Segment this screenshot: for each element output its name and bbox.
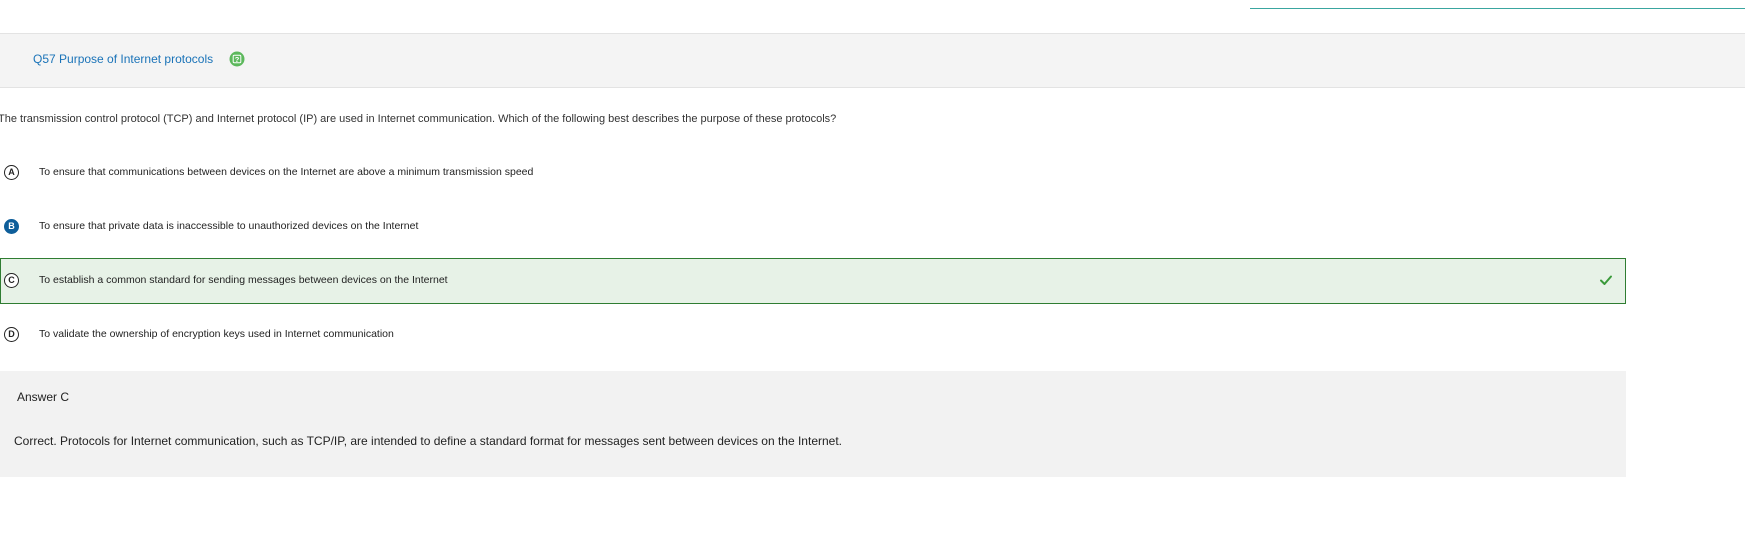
option-b-letter[interactable]: B — [4, 219, 19, 234]
checkmark-icon — [1599, 273, 1613, 287]
option-a[interactable]: A To ensure that communications between … — [0, 150, 1626, 196]
option-b[interactable]: B To ensure that private data is inacces… — [0, 204, 1626, 250]
top-divider — [1250, 8, 1745, 9]
question-title: Q57 Purpose of Internet protocols — [33, 52, 214, 66]
answer-explanation: Correct. Protocols for Internet communic… — [14, 434, 842, 448]
option-d-letter[interactable]: D — [4, 327, 19, 342]
option-c[interactable]: C To establish a common standard for sen… — [0, 258, 1626, 304]
answer-heading: Answer C — [17, 390, 70, 404]
option-d[interactable]: D To validate the ownership of encryptio… — [0, 312, 1626, 358]
option-c-text: To establish a common standard for sendi… — [39, 274, 448, 286]
option-b-text: To ensure that private data is inaccessi… — [39, 220, 419, 232]
svg-text:?: ? — [235, 55, 240, 64]
option-d-text: To validate the ownership of encryption … — [39, 328, 394, 340]
help-icon[interactable]: ? — [229, 51, 245, 67]
option-c-letter[interactable]: C — [4, 273, 19, 288]
answer-panel: Answer C Correct. Protocols for Internet… — [0, 371, 1626, 477]
question-text: The transmission control protocol (TCP) … — [0, 113, 837, 125]
option-a-letter[interactable]: A — [4, 165, 19, 180]
option-a-text: To ensure that communications between de… — [39, 166, 534, 178]
question-header: Q57 Purpose of Internet protocols ? — [0, 33, 1745, 88]
